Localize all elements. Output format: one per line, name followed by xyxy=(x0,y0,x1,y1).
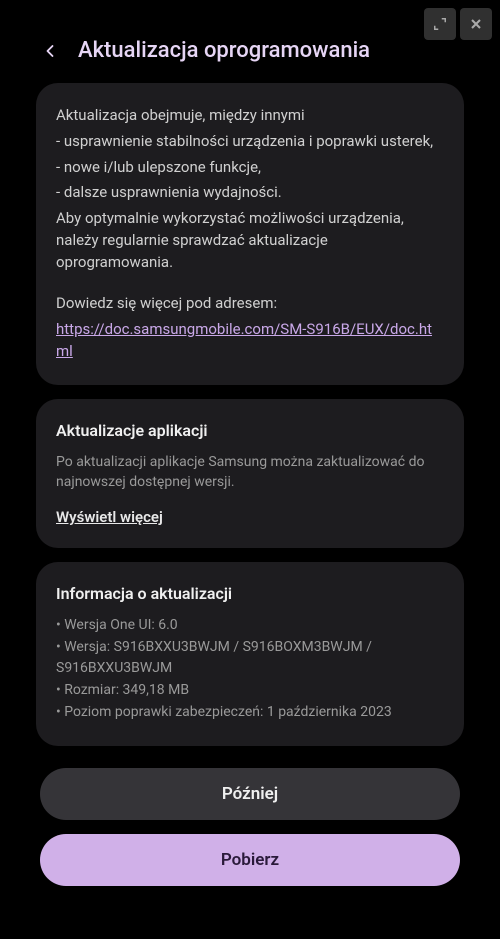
update-info-title: Informacja o aktualizacji xyxy=(56,584,444,603)
desc-optimal: Aby optymalnie wykorzystać możliwości ur… xyxy=(56,208,444,273)
info-security: Poziom poprawki zabezpieczeń: 1 paździer… xyxy=(56,702,444,724)
info-version: Wersja: S916BXXU3BWJM / S916BOXM3BWJM / … xyxy=(56,637,444,680)
desc-bullet-3: - dalsze usprawnienia wydajności. xyxy=(56,182,444,204)
button-row: Później Pobierz xyxy=(36,760,464,886)
download-button[interactable]: Pobierz xyxy=(40,834,460,886)
app-updates-card: Aktualizacje aplikacji Po aktualizacji a… xyxy=(36,399,464,549)
later-button[interactable]: Później xyxy=(40,768,460,820)
app-updates-title: Aktualizacje aplikacji xyxy=(56,421,444,440)
header: Aktualizacja oprogramowania xyxy=(36,32,464,83)
learn-more-label: Dowiedz się więcej pod adresem: xyxy=(56,293,444,315)
back-icon[interactable] xyxy=(40,41,60,61)
show-more-link[interactable]: Wyświetl więcej xyxy=(56,508,444,526)
description-card: Aktualizacja obejmuje, między innymi - u… xyxy=(36,83,464,385)
expand-icon[interactable] xyxy=(424,8,456,40)
page-title: Aktualizacja oprogramowania xyxy=(78,38,370,63)
info-one-ui: Wersja One UI: 6.0 xyxy=(56,615,444,637)
desc-intro: Aktualizacja obejmuje, między innymi xyxy=(56,105,444,127)
close-icon[interactable] xyxy=(460,8,492,40)
update-info-card: Informacja o aktualizacji Wersja One UI:… xyxy=(36,562,464,745)
phone-screen: Aktualizacja oprogramowania Aktualizacja… xyxy=(20,10,480,939)
app-updates-text: Po aktualizacji aplikacje Samsung można … xyxy=(56,452,444,493)
learn-more-link[interactable]: https://doc.samsungmobile.com/SM-S916B/E… xyxy=(56,320,432,360)
info-size: Rozmiar: 349,18 MB xyxy=(56,680,444,702)
desc-bullet-2: - nowe i/lub ulepszone funkcje, xyxy=(56,157,444,179)
desc-bullet-1: - usprawnienie stabilności urządzenia i … xyxy=(56,131,444,153)
